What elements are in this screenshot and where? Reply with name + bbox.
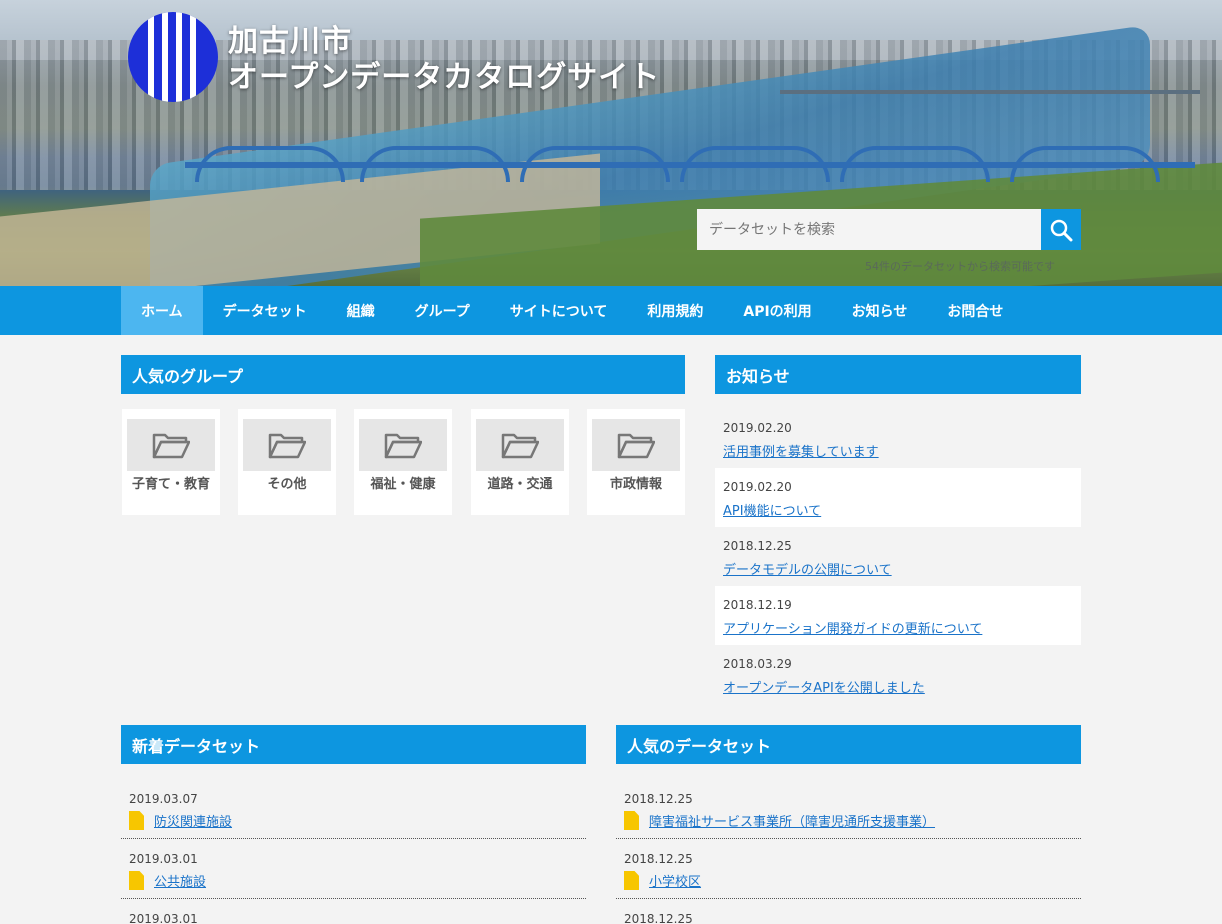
news-link[interactable]: データモデルの公開について — [723, 559, 1073, 578]
group-card[interactable]: 市政情報 — [587, 409, 685, 515]
dataset-date: 2019.03.01 — [129, 912, 198, 924]
group-label: その他 — [267, 477, 307, 492]
group-label: 子育て・教育 — [131, 477, 210, 492]
search-icon — [1050, 219, 1073, 241]
dataset-link[interactable]: 障害福祉サービス事業所（障害児通所支援事業） — [649, 811, 935, 830]
folder-icon-box — [359, 419, 447, 471]
folder-icon-box — [127, 419, 215, 471]
dataset-date: 2019.03.01 — [129, 852, 198, 866]
news-link[interactable]: アプリケーション開発ガイドの更新について — [723, 618, 1073, 637]
group-label: 福祉・健康 — [370, 477, 436, 492]
logo-stripe — [176, 12, 182, 102]
search-count-note: 54件のデータセットから検索可能です — [865, 260, 1055, 273]
dataset-list-item: 2019.03.07 防災関連施設 — [121, 779, 586, 839]
group-label: 市政情報 — [609, 477, 662, 492]
file-icon — [129, 811, 144, 830]
news-link[interactable]: 活用事例を募集しています — [723, 441, 1073, 460]
dataset-date: 2018.12.25 — [624, 792, 693, 806]
main-nav: ホーム データセット 組織 グループ サイトについて 利用規約 APIの利用 お… — [0, 286, 1222, 335]
folder-icon — [268, 433, 306, 459]
logo-stripe — [148, 12, 154, 102]
dataset-list-item: 2018.12.25 — [616, 899, 1081, 924]
group-card[interactable]: 子育て・教育 — [122, 409, 220, 515]
news-date: 2018.03.29 — [723, 657, 792, 671]
dataset-list-item: 2018.12.25 小学校区 — [616, 839, 1081, 899]
search-button[interactable] — [1041, 209, 1081, 250]
news-item: 2018.12.19 アプリケーション開発ガイドの更新について — [715, 586, 1081, 645]
file-icon — [129, 871, 144, 890]
site-title-line2: オープンデータカタログサイト — [228, 60, 661, 95]
dataset-list-item: 2019.03.01 公共施設 — [121, 839, 586, 899]
nav-home[interactable]: ホーム — [121, 286, 203, 335]
dataset-link[interactable]: 小学校区 — [649, 871, 701, 890]
news-item: 2018.03.29 オープンデータAPIを公開しました — [715, 645, 1081, 704]
city-logo[interactable] — [128, 12, 218, 102]
nav-groups[interactable]: グループ — [395, 286, 490, 335]
site-title-line1: 加古川市 — [228, 24, 352, 59]
dataset-date: 2018.12.25 — [624, 912, 693, 924]
header-banner: 加古川市 オープンデータカタログサイト 54件のデータセットから検索可能です — [0, 0, 1222, 286]
dataset-date: 2018.12.25 — [624, 852, 693, 866]
popular-datasets-heading: 人気のデータセット — [616, 725, 1081, 764]
news-item: 2019.02.20 活用事例を募集しています — [715, 409, 1081, 468]
folder-icon-box — [243, 419, 331, 471]
dataset-link[interactable]: 公共施設 — [154, 871, 206, 890]
folder-icon — [617, 433, 655, 459]
nav-about[interactable]: サイトについて — [490, 286, 628, 335]
file-icon — [624, 871, 639, 890]
news-item: 2019.02.20 API機能について — [715, 468, 1081, 527]
file-icon — [624, 811, 639, 830]
nav-api[interactable]: APIの利用 — [723, 286, 831, 335]
folder-icon-box — [476, 419, 564, 471]
group-label: 道路・交通 — [487, 477, 553, 492]
news-item: 2018.12.25 データモデルの公開について — [715, 527, 1081, 586]
logo-stripe — [190, 12, 196, 102]
folder-icon-box — [592, 419, 680, 471]
nav-news[interactable]: お知らせ — [832, 286, 928, 335]
nav-terms[interactable]: 利用規約 — [627, 286, 723, 335]
nav-contact[interactable]: お問合せ — [927, 286, 1023, 335]
news-link[interactable]: オープンデータAPIを公開しました — [723, 677, 1073, 696]
group-card[interactable]: 道路・交通 — [471, 409, 569, 515]
news-date: 2019.02.20 — [723, 421, 792, 435]
nav-datasets[interactable]: データセット — [203, 286, 327, 335]
banner-far-bridge — [780, 90, 1200, 94]
nav-organizations[interactable]: 組織 — [327, 286, 395, 335]
folder-icon — [152, 433, 190, 459]
folder-icon — [501, 433, 539, 459]
dataset-list-item: 2019.03.01 — [121, 899, 586, 924]
news-date: 2018.12.19 — [723, 598, 792, 612]
dataset-date: 2019.03.07 — [129, 792, 198, 806]
dataset-link[interactable]: 防災関連施設 — [154, 811, 232, 830]
new-datasets-heading: 新着データセット — [121, 725, 586, 764]
banner-bridge — [185, 162, 1195, 168]
site-title[interactable]: 加古川市 オープンデータカタログサイト — [228, 24, 660, 96]
group-card[interactable]: 福祉・健康 — [354, 409, 452, 515]
folder-icon — [384, 433, 422, 459]
dataset-list-item: 2018.12.25 障害福祉サービス事業所（障害児通所支援事業） — [616, 779, 1081, 839]
popular-groups-heading: 人気のグループ — [121, 355, 685, 394]
news-date: 2019.02.20 — [723, 480, 792, 494]
news-link[interactable]: API機能について — [723, 500, 1073, 519]
logo-stripe — [162, 12, 168, 102]
news-date: 2018.12.25 — [723, 539, 792, 553]
news-heading: お知らせ — [715, 355, 1081, 394]
dataset-search-input[interactable] — [697, 209, 1042, 250]
group-card[interactable]: その他 — [238, 409, 336, 515]
